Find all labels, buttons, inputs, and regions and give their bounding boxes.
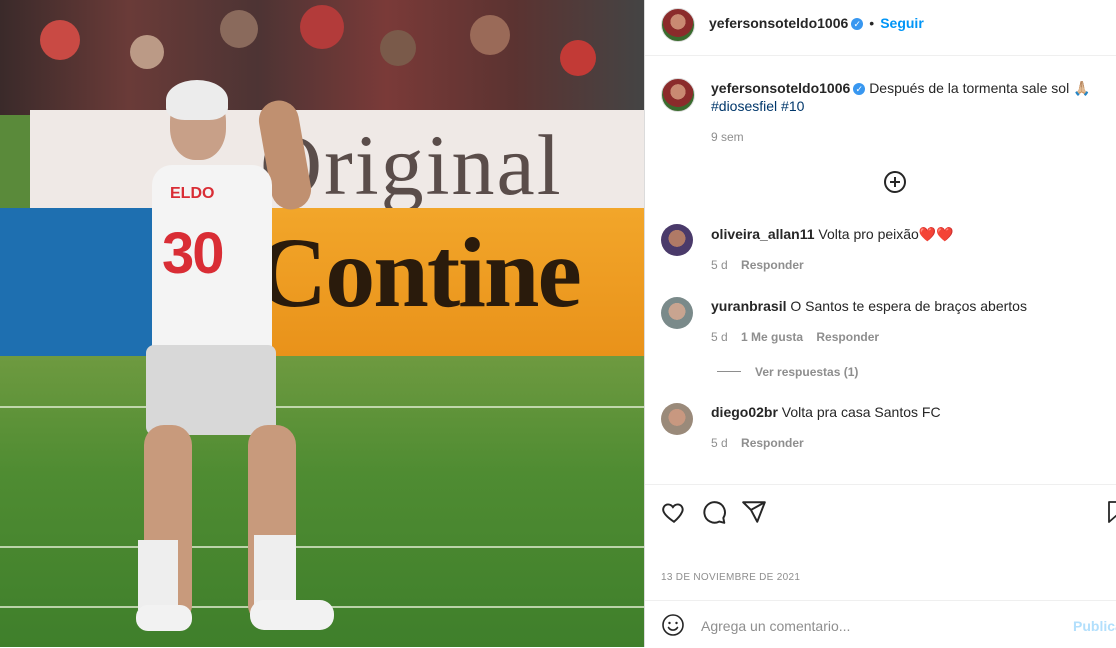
comment-username[interactable]: oliveira_allan11	[711, 226, 815, 242]
left-sock	[138, 540, 178, 610]
heart-icon[interactable]	[661, 499, 687, 525]
comment-meta: 5 d 1 Me gusta Responder	[711, 330, 879, 344]
owner-avatar[interactable]	[661, 8, 695, 42]
share-icon[interactable]	[741, 499, 767, 525]
post-header: yefersonsoteldo1006 ✓ • Seguir	[645, 0, 1116, 56]
caption-hashtags[interactable]: #diosesfiel #10	[711, 98, 804, 114]
caption-avatar[interactable]	[661, 78, 695, 112]
shorts	[146, 345, 276, 435]
post-photo[interactable]: Original Contine ELDO 30	[0, 0, 644, 647]
post-side-panel: yefersonsoteldo1006 ✓ • Seguir yefersonsote…	[644, 0, 1116, 647]
comment-username[interactable]: yuranbrasil	[711, 298, 786, 314]
comment-text: O Santos te espera de braços abertos	[790, 298, 1027, 314]
commenter-avatar[interactable]	[661, 403, 693, 435]
comment: yuranbrasil O Santos te espera de braços…	[711, 298, 1027, 314]
bookmark-icon[interactable]	[1107, 499, 1116, 525]
commenter-avatar[interactable]	[661, 297, 693, 329]
view-replies-button[interactable]: Ver respuestas (1)	[755, 365, 858, 379]
action-bar: 13 DE NOVIEMBRE DE 2021	[645, 484, 1116, 601]
comment-input[interactable]: Agrega un comentario...	[701, 618, 850, 634]
verified-icon: ✓	[851, 17, 864, 30]
caption: yefersonsoteldo1006 ✓ Después de la torme…	[711, 79, 1101, 115]
comment-time: 5 d	[711, 436, 728, 450]
jersey-name: ELDO	[170, 185, 215, 202]
jersey-number: 30	[162, 221, 224, 286]
caption-time: 9 sem	[711, 130, 744, 144]
comment-composer: Agrega un comentario... Publica	[645, 600, 1116, 648]
comment-meta: 5 d Responder	[711, 436, 804, 450]
follow-button[interactable]: Seguir	[880, 15, 924, 31]
comment-text: Volta pra casa Santos FC	[781, 404, 941, 420]
post-date: 13 DE NOVIEMBRE DE 2021	[661, 572, 801, 583]
verified-icon: ✓	[853, 83, 866, 96]
comment-time: 5 d	[711, 330, 728, 344]
caption-text: Después de la tormenta sale sol 🙏🏼	[869, 80, 1091, 96]
comment: diego02br Volta pra casa Santos FC	[711, 404, 941, 420]
add-circle-icon[interactable]	[884, 171, 906, 193]
left-boot	[136, 605, 192, 631]
commenter-avatar[interactable]	[661, 224, 693, 256]
header-user-line: yefersonsoteldo1006 ✓ • Seguir	[709, 15, 924, 33]
reply-button[interactable]: Responder	[741, 436, 804, 450]
comment-meta: 5 d Responder	[711, 258, 804, 272]
publish-button[interactable]: Publica	[1073, 618, 1116, 634]
separator-dot: •	[869, 15, 875, 31]
caption-username[interactable]: yefersonsoteldo1006	[711, 80, 850, 96]
owner-username[interactable]: yefersonsoteldo1006	[709, 15, 848, 31]
right-boot	[250, 600, 334, 630]
reply-button[interactable]: Responder	[816, 330, 879, 344]
emoji-icon[interactable]	[661, 613, 685, 637]
comment: oliveira_allan11 Volta pro peixão❤️❤️	[711, 226, 954, 243]
reply-button[interactable]: Responder	[741, 258, 804, 272]
player-hair	[166, 80, 228, 120]
replies-rule	[717, 371, 741, 372]
comment-icon[interactable]	[701, 499, 727, 525]
comment-time: 5 d	[711, 258, 728, 272]
comment-text: Volta pro peixão❤️❤️	[818, 226, 954, 242]
comment-likes[interactable]: 1 Me gusta	[741, 330, 803, 344]
right-sock	[254, 535, 296, 605]
player-figure: ELDO 30	[130, 80, 350, 640]
comment-username[interactable]: diego02br	[711, 404, 778, 420]
